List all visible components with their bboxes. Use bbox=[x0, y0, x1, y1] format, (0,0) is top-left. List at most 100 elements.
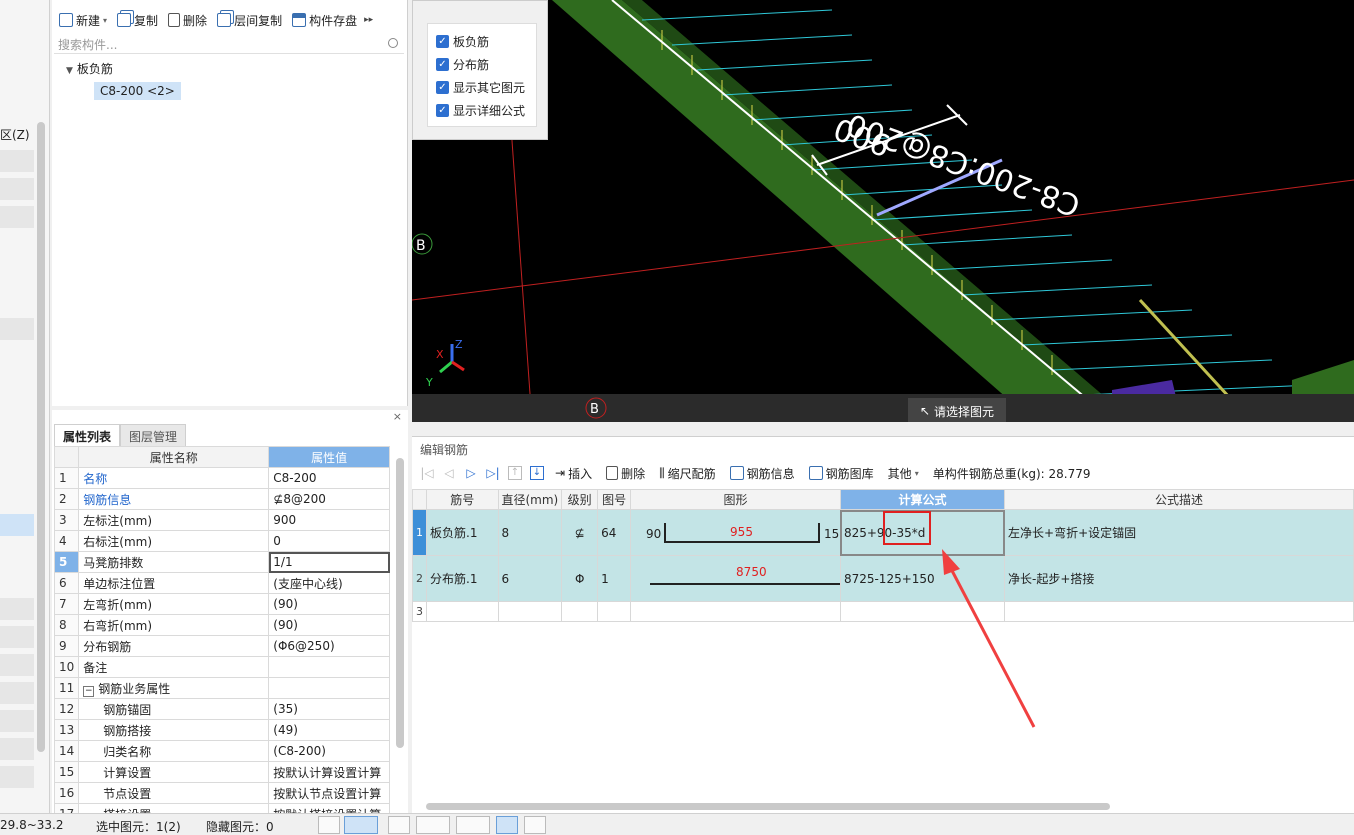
collapse-minus-icon[interactable]: − bbox=[83, 685, 95, 697]
table-row[interactable]: 4 右标注(mm) 0 bbox=[53, 530, 390, 552]
bar-formula[interactable] bbox=[839, 601, 1006, 622]
prop-value[interactable]: (C8-200) bbox=[268, 740, 390, 762]
nav-block[interactable] bbox=[0, 626, 34, 648]
nav-block[interactable] bbox=[0, 150, 34, 172]
table-row[interactable]: 8 右弯折(mm) (90) bbox=[53, 614, 390, 636]
prop-value[interactable]: (35) bbox=[268, 698, 390, 720]
floor-copy-button[interactable]: 层间复制 bbox=[214, 12, 285, 29]
table-row[interactable]: 10 备注 bbox=[53, 656, 390, 678]
table-row-selected[interactable]: 5 马凳筋排数 1/1 bbox=[53, 551, 390, 573]
table-row[interactable]: 1 名称 C8-200 bbox=[53, 467, 390, 489]
tree-root[interactable]: ▼ 板负筋 bbox=[66, 60, 113, 77]
table-row[interactable]: 2 钢筋信息 ⊈8@200 bbox=[53, 488, 390, 510]
rebar-info-button[interactable]: 钢筋信息 bbox=[727, 465, 798, 482]
tab-property-list[interactable]: 属性列表 bbox=[54, 424, 121, 446]
close-snap-button[interactable] bbox=[388, 816, 410, 834]
delete-button[interactable]: 删除 bbox=[165, 12, 210, 29]
offset-dropdown[interactable] bbox=[456, 816, 490, 834]
delete-row-button[interactable]: 删除 bbox=[603, 465, 648, 482]
bar-fig-no[interactable] bbox=[597, 601, 632, 622]
prop-value[interactable]: 按默认计算设置计算 bbox=[268, 761, 390, 783]
prop-value[interactable]: ⊈8@200 bbox=[268, 488, 390, 510]
bar-diameter[interactable] bbox=[497, 601, 563, 622]
other-dropdown[interactable]: 其他 ▾ bbox=[885, 465, 922, 482]
dynamic-input-toggle[interactable] bbox=[496, 816, 518, 834]
tab-layer-management[interactable]: 图层管理 bbox=[120, 424, 187, 446]
bar-formula-desc[interactable]: 左净长+弯折+设定锚固 bbox=[1004, 509, 1354, 556]
copy-button[interactable]: 复制 bbox=[114, 12, 161, 29]
draw-mode-dropdown[interactable] bbox=[416, 816, 450, 834]
bar-shape-cell[interactable]: 8750 bbox=[630, 555, 841, 602]
bar-shape-cell[interactable] bbox=[630, 601, 841, 622]
checkbox-show-formula[interactable]: ✓ 显示详细公式 bbox=[428, 99, 536, 122]
close-icon[interactable]: × bbox=[393, 410, 402, 423]
viewport-canvas[interactable]: 900 C8-200:C8@200 B Z X Y bbox=[412, 0, 1354, 422]
table-row[interactable]: 16 节点设置 按默认节点设置计算 bbox=[53, 782, 390, 804]
checkbox-checked-icon[interactable]: ✓ bbox=[436, 81, 449, 94]
bar-formula[interactable]: 8725-125+150 bbox=[839, 555, 1006, 602]
checkbox-slab-neg-rebar[interactable]: ✓ 板负筋 bbox=[428, 30, 536, 53]
save-component-button[interactable]: 构件存盘 bbox=[289, 12, 360, 29]
table-row[interactable]: 14 归类名称 (C8-200) bbox=[53, 740, 390, 762]
collapse-triangle-icon[interactable]: ▼ bbox=[66, 66, 73, 76]
table-row[interactable]: 6 单边标注位置 (支座中心线) bbox=[53, 572, 390, 594]
property-scrollbar[interactable] bbox=[396, 458, 404, 748]
scale-rebar-button[interactable]: ⫼ 缩尺配筋 bbox=[656, 465, 719, 482]
checkbox-dist-rebar[interactable]: ✓ 分布筋 bbox=[428, 53, 536, 76]
bar-grade[interactable]: Φ bbox=[561, 555, 599, 602]
rebar-library-button[interactable]: 钢筋图库 bbox=[806, 465, 877, 482]
table-row[interactable]: 15 计算设置 按默认计算设置计算 bbox=[53, 761, 390, 783]
prop-value[interactable] bbox=[268, 656, 390, 678]
nav-block[interactable] bbox=[0, 206, 34, 228]
left-scrollbar[interactable] bbox=[37, 122, 45, 752]
nav-block[interactable] bbox=[0, 710, 34, 732]
last-record-icon[interactable]: ▷| bbox=[486, 466, 500, 480]
bar-formula-desc[interactable] bbox=[1004, 601, 1354, 622]
chevron-down-icon[interactable]: ▾ bbox=[103, 16, 107, 25]
prop-value[interactable]: 按默认节点设置计算 bbox=[268, 782, 390, 804]
next-record-icon[interactable]: ▷ bbox=[464, 466, 478, 480]
insert-button[interactable]: ⇥ 插入 bbox=[552, 465, 595, 482]
bar-grade[interactable]: ⊈ bbox=[561, 509, 599, 556]
checkbox-checked-icon[interactable]: ✓ bbox=[436, 35, 449, 48]
bar-formula-desc[interactable]: 净长-起步+搭接 bbox=[1004, 555, 1354, 602]
move-up-icon[interactable]: ↑ bbox=[508, 466, 522, 480]
prop-value[interactable]: (90) bbox=[268, 614, 390, 636]
bar-shape-cell[interactable]: 90 955 150 bbox=[630, 509, 841, 556]
select-mode-toggle[interactable] bbox=[524, 816, 546, 834]
nav-block[interactable] bbox=[0, 766, 34, 788]
nav-block[interactable] bbox=[0, 738, 34, 760]
search-input[interactable]: 搜索构件... bbox=[54, 34, 404, 54]
table-row[interactable]: 13 钢筋搭接 (49) bbox=[53, 719, 390, 741]
table-row-group[interactable]: 11− 钢筋业务属性 bbox=[53, 677, 390, 699]
first-record-icon[interactable]: |◁ bbox=[420, 466, 434, 480]
checkbox-show-other[interactable]: ✓ 显示其它图元 bbox=[428, 76, 536, 99]
more-icon[interactable]: ▸▸ bbox=[364, 15, 373, 25]
bar-no[interactable] bbox=[426, 601, 499, 622]
zone-label[interactable]: 区(Z) bbox=[0, 126, 30, 143]
prop-value[interactable]: (49) bbox=[268, 719, 390, 741]
nav-block[interactable] bbox=[0, 598, 34, 620]
bar-no[interactable]: 板负筋.1 bbox=[426, 509, 499, 556]
checkbox-checked-icon[interactable]: ✓ bbox=[436, 58, 449, 71]
checkbox-checked-icon[interactable]: ✓ bbox=[436, 104, 449, 117]
snap-toggle[interactable] bbox=[344, 816, 378, 834]
nav-block[interactable] bbox=[0, 178, 34, 200]
prop-value[interactable]: (支座中心线) bbox=[268, 572, 390, 594]
table-row[interactable]: 7 左弯折(mm) (90) bbox=[53, 593, 390, 615]
table-row[interactable]: 9 分布钢筋 (Φ6@250) bbox=[53, 635, 390, 657]
bar-diameter[interactable]: 8 bbox=[497, 509, 563, 556]
nav-block-selected[interactable] bbox=[0, 514, 34, 536]
bar-diameter[interactable]: 6 bbox=[497, 555, 563, 602]
move-down-icon[interactable]: ↓ bbox=[530, 466, 544, 480]
nav-block[interactable] bbox=[0, 682, 34, 704]
prop-value[interactable]: (Φ6@250) bbox=[268, 635, 390, 657]
prev-record-icon[interactable]: ◁ bbox=[442, 466, 456, 480]
nav-block[interactable] bbox=[0, 318, 34, 340]
prop-value[interactable]: 0 bbox=[268, 530, 390, 552]
bar-fig-no[interactable]: 1 bbox=[597, 555, 632, 602]
bar-fig-no[interactable]: 64 bbox=[597, 509, 632, 556]
viewport-3d[interactable]: 900 C8-200:C8@200 B Z X Y ✓ 板负筋 ✓ 分布筋 ✓ 显示其… bbox=[412, 0, 1354, 422]
ortho-toggle[interactable] bbox=[318, 816, 340, 834]
table-row[interactable]: 12 钢筋锚固 (35) bbox=[53, 698, 390, 720]
